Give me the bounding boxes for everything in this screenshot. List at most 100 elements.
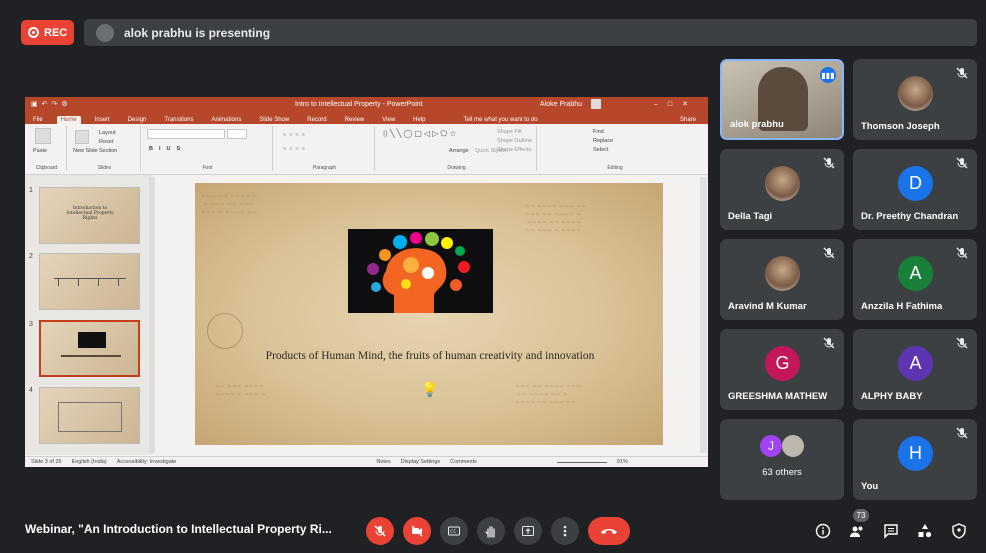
font-format-buttons[interactable]: BIUS: [149, 146, 186, 152]
window-controls: –□✕: [654, 101, 698, 108]
parchment-texture: ~~ ~~~ ~~~~ ~~~~ ~ ~~~ ~: [215, 383, 266, 398]
chat-button[interactable]: [879, 519, 903, 543]
paragraph-buttons[interactable]: ≡≡≡≡: [283, 132, 308, 138]
find-button[interactable]: Find: [593, 129, 604, 135]
tell-me-search[interactable]: Tell me what you want to do: [460, 116, 542, 124]
ribbon-tab-view[interactable]: View: [378, 116, 399, 124]
participant-tile[interactable]: Thomson Joseph: [853, 59, 977, 140]
parchment-texture: ~~~ ~~ ~~~~ ~ ~ ~~~ ~~ ~~~ ~~~ ~ ~~~~ ~~: [201, 193, 257, 216]
slide-thumbnail-2[interactable]: [39, 253, 140, 310]
people-count-badge: 73: [853, 509, 869, 522]
reset-button[interactable]: Reset: [99, 139, 113, 145]
avatar: H: [898, 436, 933, 471]
raise-hand-icon: [485, 526, 495, 538]
participant-tile[interactable]: ▮▮▮ alok prabhu: [720, 59, 844, 140]
thumbnail-scrollbar[interactable]: [149, 177, 155, 453]
paste-icon[interactable]: [35, 128, 51, 144]
host-controls-button[interactable]: [947, 519, 971, 543]
participant-tile[interactable]: A Anzzila H Fathima: [853, 239, 977, 320]
shape-effects-button[interactable]: Shape Effects: [497, 147, 531, 153]
muted-icon: [955, 66, 969, 80]
font-size-select[interactable]: [227, 129, 247, 139]
clipboard-group: Paste Clipboard: [27, 126, 67, 171]
meeting-title: Webinar, "An Introduction to Intellectua…: [25, 522, 332, 536]
font-name-select[interactable]: [147, 129, 225, 139]
mic-toggle-button[interactable]: [366, 517, 394, 545]
thumb-title: Introduction to Intellectual Property Ri…: [66, 206, 114, 221]
shape-fill-button[interactable]: Shape Fill: [497, 129, 521, 135]
people-button[interactable]: 73: [845, 509, 869, 543]
participant-tile[interactable]: Aravind M Kumar: [720, 239, 844, 320]
avatar: J: [760, 435, 782, 457]
activities-button[interactable]: [913, 519, 937, 543]
present-button[interactable]: [514, 517, 542, 545]
muted-icon: [822, 156, 836, 170]
camera-toggle-button[interactable]: [403, 517, 431, 545]
slide-thumbnail-1[interactable]: Introduction to Intellectual Property Ri…: [39, 187, 140, 244]
new-slide-icon[interactable]: [75, 130, 89, 144]
align-buttons[interactable]: ≡≡≡≡: [283, 146, 308, 152]
participant-tile[interactable]: A ALPHY BABY: [853, 329, 977, 410]
display-settings-button[interactable]: Display Settings: [401, 459, 440, 465]
ppt-user-name: Aloke Prabhu: [540, 100, 583, 108]
language-indicator[interactable]: English (India): [72, 459, 107, 465]
participant-tile[interactable]: J 63 others: [720, 419, 844, 500]
presenting-banner: alok prabhu is presenting: [84, 19, 977, 46]
accessibility-indicator[interactable]: Accessibility: Investigate: [117, 459, 177, 465]
slide-number: 2: [29, 253, 33, 260]
participant-tile[interactable]: H You: [853, 419, 977, 500]
avatar: G: [765, 346, 800, 381]
raise-hand-button[interactable]: [477, 517, 505, 545]
ppt-title-bar: ▣↶↷⚙ Intro to Intellectual Property - Po…: [25, 97, 708, 111]
shape-outline-button[interactable]: Shape Outline: [497, 138, 532, 144]
meeting-details-button[interactable]: [811, 519, 835, 543]
ppt-status-bar: Slide 3 of 26 English (India) Accessibil…: [25, 456, 708, 467]
notes-button[interactable]: Notes: [376, 459, 390, 465]
slide-scrollbar[interactable]: [700, 177, 707, 453]
leave-call-button[interactable]: [588, 517, 630, 545]
quick-access-icons: ▣↶↷⚙: [31, 101, 72, 108]
ribbon-tab-file[interactable]: File: [29, 116, 47, 124]
select-button[interactable]: Select: [593, 147, 608, 153]
share-button[interactable]: Share: [676, 116, 700, 124]
ribbon-tab-insert[interactable]: Insert: [91, 116, 114, 124]
comments-button[interactable]: Comments: [450, 459, 477, 465]
ribbon-tab-record[interactable]: Record: [303, 116, 330, 124]
avatar: D: [898, 166, 933, 201]
participant-name: ALPHY BABY: [861, 391, 923, 402]
slide-indicator: Slide 3 of 26: [31, 459, 62, 465]
editing-group: Find Replace Select Editing: [585, 126, 645, 171]
participant-tile[interactable]: D Dr. Preethy Chandran: [853, 149, 977, 230]
present-icon: [522, 526, 534, 536]
clipboard-label: Clipboard: [35, 165, 58, 171]
section-button[interactable]: Section: [99, 148, 117, 154]
muted-icon: [955, 336, 969, 350]
participant-name: Della Tagi: [728, 211, 773, 222]
participant-name: Thomson Joseph: [861, 121, 940, 132]
ribbon-tab-slide-show[interactable]: Slide Show: [255, 116, 293, 124]
parchment-sketch: [207, 313, 243, 349]
participant-tile[interactable]: Della Tagi: [720, 149, 844, 230]
drawing-group: ⌷╲╲◯▢◁▷⬠☆ Arrange Quick Styles Shape Fil…: [377, 126, 537, 171]
ribbon-tab-animations[interactable]: Animations: [208, 116, 246, 124]
replace-button[interactable]: Replace: [593, 138, 613, 144]
arrange-button[interactable]: Arrange: [449, 148, 469, 154]
zoom-slider[interactable]: [556, 461, 607, 463]
ribbon-tab-help[interactable]: Help: [409, 116, 429, 124]
ribbon-tab-transitions[interactable]: Transitions: [160, 116, 197, 124]
ribbon-tab-review[interactable]: Review: [341, 116, 369, 124]
ribbon-tab-design[interactable]: Design: [124, 116, 151, 124]
drawing-label: Drawing: [447, 165, 466, 171]
more-options-button[interactable]: [551, 517, 579, 545]
zoom-level[interactable]: 91%: [617, 459, 628, 465]
captions-icon: CC: [448, 526, 460, 536]
layout-button[interactable]: Layout: [99, 130, 116, 136]
slide-thumbnail-3[interactable]: [39, 320, 140, 377]
shapes-gallery[interactable]: ⌷╲╲◯▢◁▷⬠☆: [383, 129, 458, 139]
slide-thumbnail-4[interactable]: [39, 387, 140, 444]
muted-icon: [822, 246, 836, 260]
participant-name: GREESHMA MATHEW: [728, 391, 828, 402]
captions-button[interactable]: CC: [440, 517, 468, 545]
participant-tile[interactable]: G GREESHMA MATHEW: [720, 329, 844, 410]
ribbon-tab-home[interactable]: Home: [56, 116, 81, 124]
